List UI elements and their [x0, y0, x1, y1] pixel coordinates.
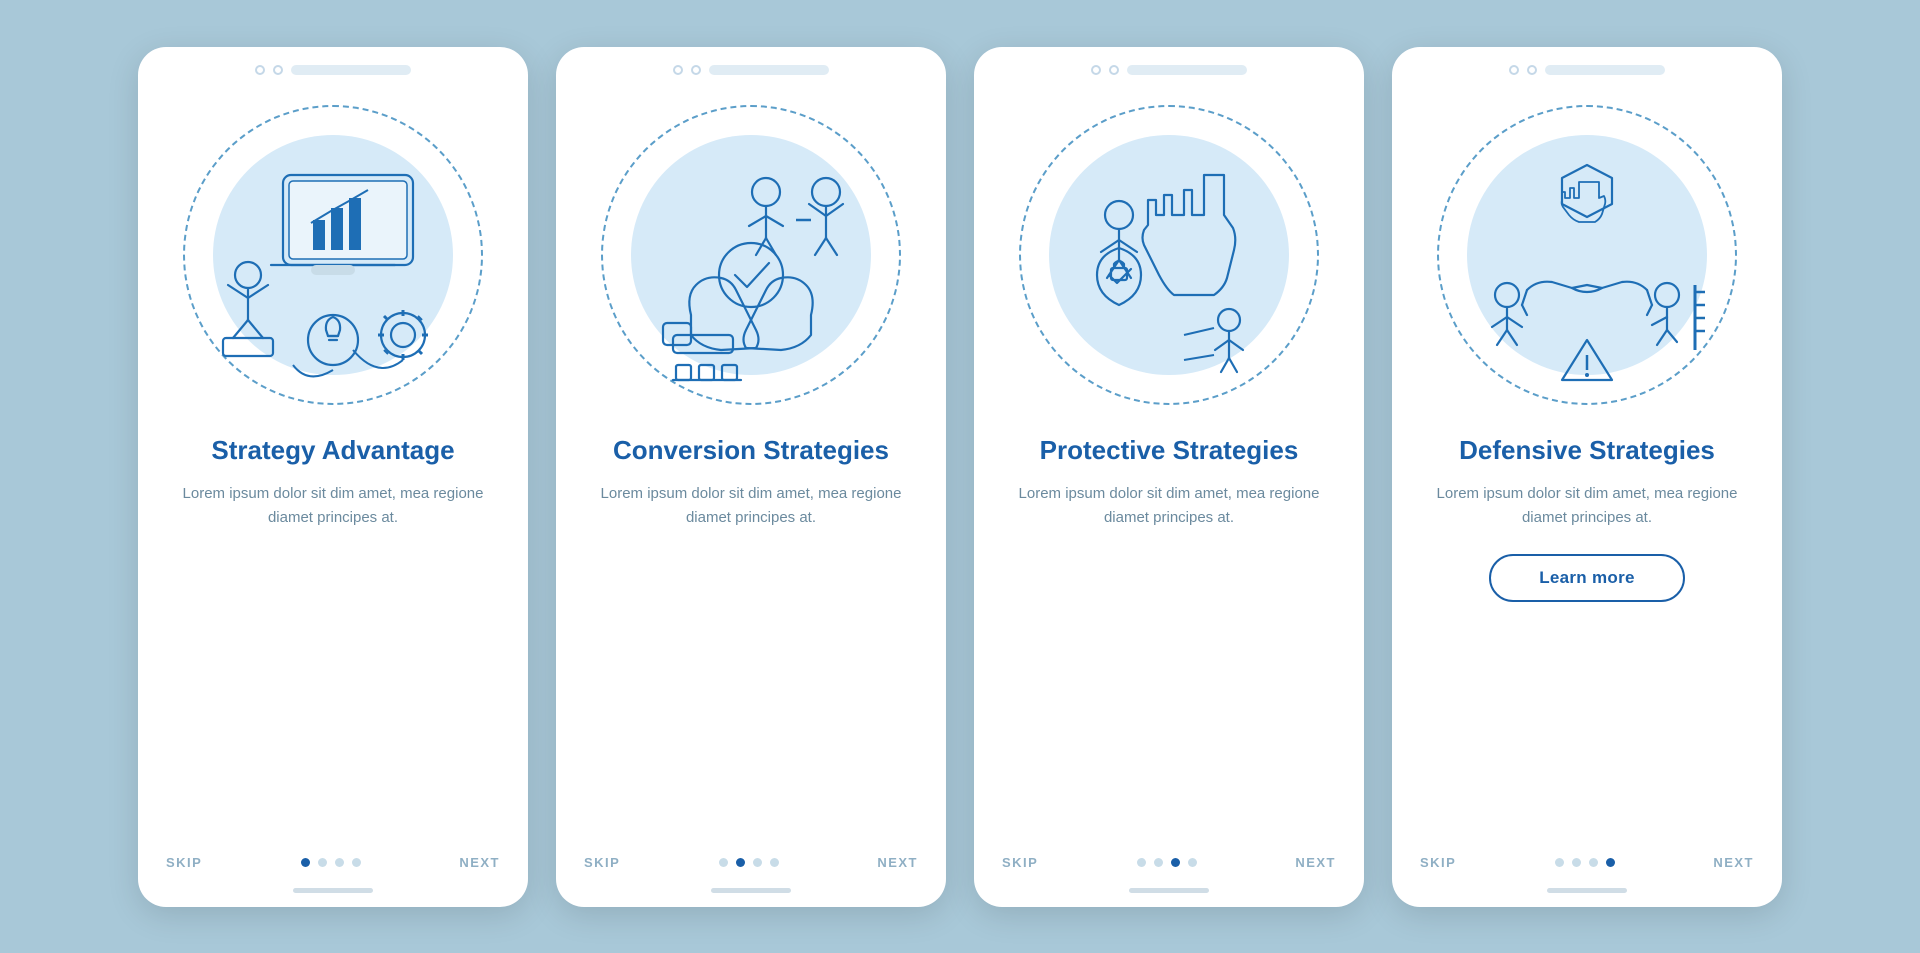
nav-dot-4-3[interactable] [1589, 858, 1598, 867]
nav-dot-1-1[interactable] [301, 858, 310, 867]
card-nav-2: SKIP NEXT [556, 855, 946, 882]
card-bottom-bar-2 [711, 888, 791, 893]
card-title-1: Strategy Advantage [211, 435, 454, 466]
nav-dot-3-4[interactable] [1188, 858, 1197, 867]
nav-dot-4-4[interactable] [1606, 858, 1615, 867]
nav-next-2[interactable]: NEXT [877, 855, 918, 870]
card-body-3: Lorem ipsum dolor sit dim amet, mea regi… [1004, 482, 1334, 530]
card-top-bar-4 [1392, 47, 1782, 85]
top-line-2 [709, 65, 829, 75]
card-bottom-bar-1 [293, 888, 373, 893]
card-nav-4: SKIP NEXT [1392, 855, 1782, 882]
top-line [291, 65, 411, 75]
nav-dot-2-2[interactable] [736, 858, 745, 867]
top-dot-6 [1109, 65, 1119, 75]
nav-next-1[interactable]: NEXT [459, 855, 500, 870]
card-top-bar-2 [556, 47, 946, 85]
card-body-2: Lorem ipsum dolor sit dim amet, mea regi… [586, 482, 916, 530]
card-bottom-bar-3 [1129, 888, 1209, 893]
top-dot-8 [1527, 65, 1537, 75]
nav-dot-3-1[interactable] [1137, 858, 1146, 867]
illustration-svg-4 [1447, 120, 1727, 400]
nav-dot-3-2[interactable] [1154, 858, 1163, 867]
top-dot-1 [255, 65, 265, 75]
card-conversion-strategies: Conversion Strategies Lorem ipsum dolor … [556, 47, 946, 907]
illustration-area-1 [138, 85, 528, 425]
nav-next-3[interactable]: NEXT [1295, 855, 1336, 870]
illustration-area-4 [1392, 85, 1782, 425]
card-nav-3: SKIP NEXT [974, 855, 1364, 882]
nav-dots-4 [1555, 858, 1615, 867]
top-dot-2 [273, 65, 283, 75]
nav-skip-1[interactable]: SKIP [166, 855, 202, 870]
card-title-3: Protective Strategies [1040, 435, 1299, 466]
card-title-2: Conversion Strategies [613, 435, 889, 466]
card-top-bar [138, 47, 528, 85]
top-dot-4 [691, 65, 701, 75]
learn-more-button[interactable]: Learn more [1489, 554, 1685, 602]
illustration-svg-1 [193, 120, 473, 400]
nav-skip-4[interactable]: SKIP [1420, 855, 1456, 870]
card-defensive-strategies: Defensive Strategies Lorem ipsum dolor s… [1392, 47, 1782, 907]
top-line-4 [1545, 65, 1665, 75]
illustration-area-2 [556, 85, 946, 425]
illustration-svg-2 [611, 120, 891, 400]
card-content-3: Protective Strategies Lorem ipsum dolor … [974, 425, 1364, 855]
cards-container: Strategy Advantage Lorem ipsum dolor sit… [98, 7, 1822, 947]
card-body-1: Lorem ipsum dolor sit dim amet, mea regi… [168, 482, 498, 530]
card-top-bar-3 [974, 47, 1364, 85]
top-dot-5 [1091, 65, 1101, 75]
nav-dot-2-3[interactable] [753, 858, 762, 867]
card-bottom-bar-4 [1547, 888, 1627, 893]
card-strategy-advantage: Strategy Advantage Lorem ipsum dolor sit… [138, 47, 528, 907]
nav-dot-1-3[interactable] [335, 858, 344, 867]
nav-dots-2 [719, 858, 779, 867]
nav-skip-3[interactable]: SKIP [1002, 855, 1038, 870]
card-protective-strategies: Protective Strategies Lorem ipsum dolor … [974, 47, 1364, 907]
nav-dot-3-3[interactable] [1171, 858, 1180, 867]
nav-next-4[interactable]: NEXT [1713, 855, 1754, 870]
nav-dot-2-4[interactable] [770, 858, 779, 867]
nav-skip-2[interactable]: SKIP [584, 855, 620, 870]
nav-dot-1-4[interactable] [352, 858, 361, 867]
top-dot-3 [673, 65, 683, 75]
illustration-area-3 [974, 85, 1364, 425]
nav-dot-2-1[interactable] [719, 858, 728, 867]
card-nav-1: SKIP NEXT [138, 855, 528, 882]
nav-dot-1-2[interactable] [318, 858, 327, 867]
card-content-4: Defensive Strategies Lorem ipsum dolor s… [1392, 425, 1782, 855]
nav-dot-4-1[interactable] [1555, 858, 1564, 867]
top-dot-7 [1509, 65, 1519, 75]
card-content-1: Strategy Advantage Lorem ipsum dolor sit… [138, 425, 528, 855]
card-content-2: Conversion Strategies Lorem ipsum dolor … [556, 425, 946, 855]
nav-dots-3 [1137, 858, 1197, 867]
top-line-3 [1127, 65, 1247, 75]
card-title-4: Defensive Strategies [1459, 435, 1715, 466]
nav-dot-4-2[interactable] [1572, 858, 1581, 867]
illustration-svg-3 [1029, 120, 1309, 400]
card-body-4: Lorem ipsum dolor sit dim amet, mea regi… [1422, 482, 1752, 530]
nav-dots-1 [301, 858, 361, 867]
